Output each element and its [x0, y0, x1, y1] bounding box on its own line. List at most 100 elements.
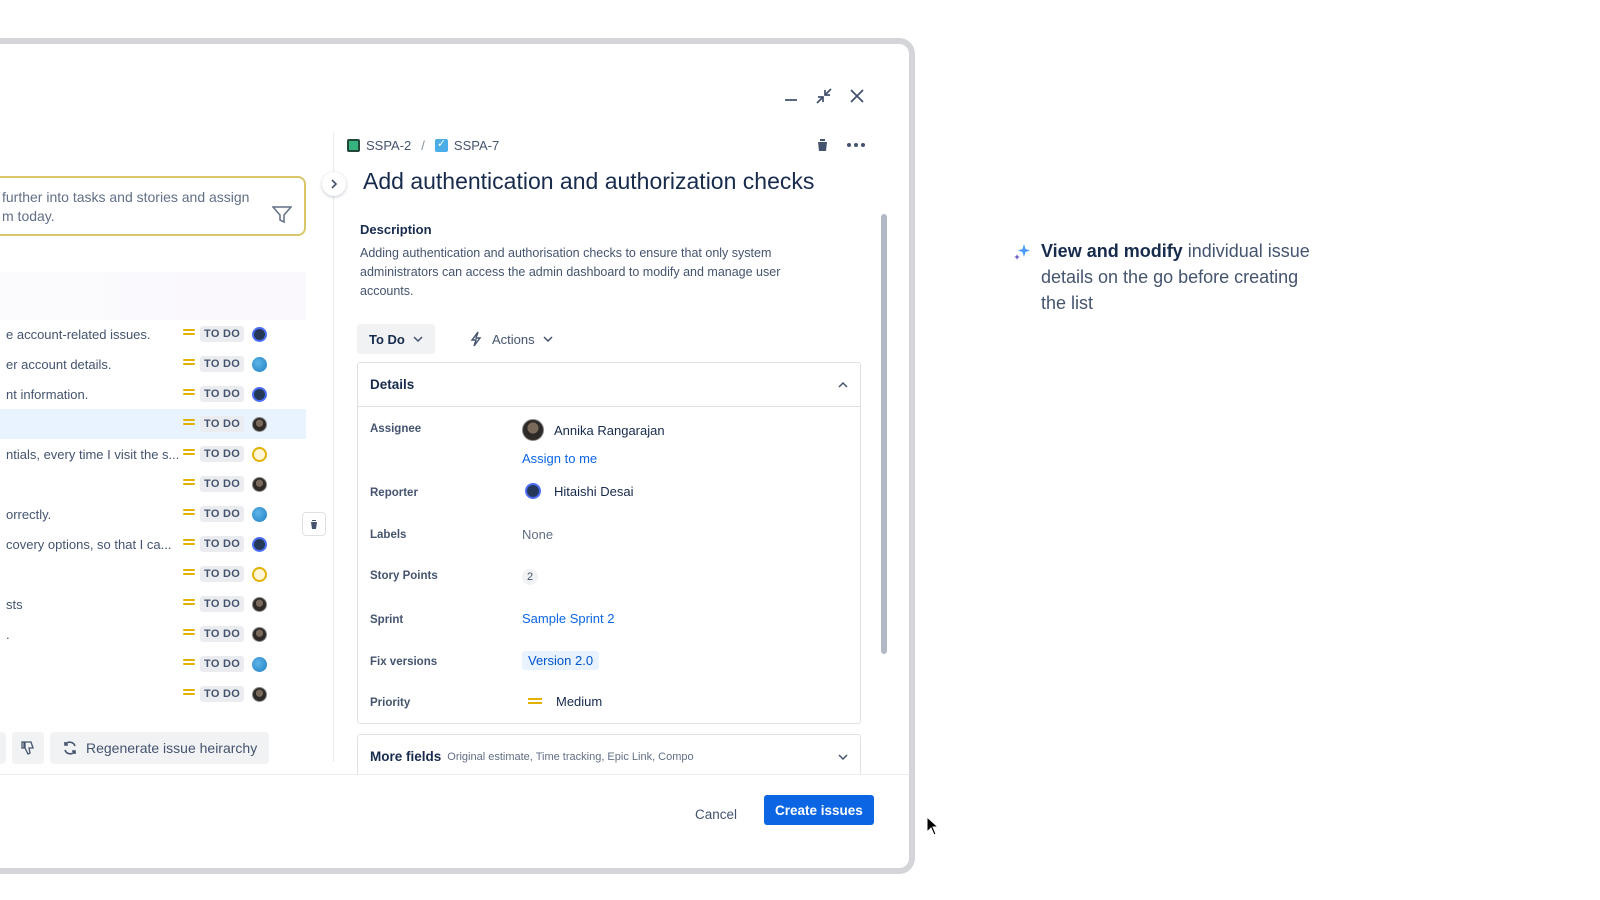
- filter-icon[interactable]: [272, 206, 292, 224]
- issue-row[interactable]: orrectly. TO DO: [0, 499, 306, 529]
- list-feedback-bar: Regenerate issue heirarchy: [0, 732, 270, 764]
- more-fields-section[interactable]: More fields Original estimate, Time trac…: [357, 734, 861, 778]
- status-badge[interactable]: TO DO: [200, 476, 245, 492]
- priority-medium-icon: [183, 419, 195, 427]
- status-badge[interactable]: TO DO: [200, 416, 245, 432]
- assignee-name: Annika Rangarajan: [554, 422, 665, 438]
- status-badge[interactable]: TO DO: [200, 326, 245, 342]
- description-text[interactable]: Adding authentication and authorisation …: [360, 244, 830, 301]
- avatar[interactable]: [252, 537, 267, 552]
- fix-versions-label: Fix versions: [370, 656, 438, 668]
- avatar[interactable]: [252, 447, 267, 462]
- issue-row[interactable]: TO DO: [0, 649, 306, 679]
- issue-row[interactable]: e account-related issues. TO DO: [0, 319, 306, 349]
- assign-to-me-link[interactable]: Assign to me: [522, 451, 597, 466]
- description-heading: Description: [360, 222, 432, 237]
- breadcrumb-parent[interactable]: SSPA-2: [366, 138, 411, 153]
- status-badge[interactable]: TO DO: [200, 446, 245, 462]
- status-badge[interactable]: TO DO: [200, 686, 245, 702]
- breadcrumb-separator: /: [421, 138, 425, 153]
- avatar[interactable]: [252, 597, 267, 612]
- avatar[interactable]: [252, 507, 267, 522]
- prompt-text-line: further into tasks and stories and assig…: [2, 189, 250, 205]
- avatar[interactable]: [252, 477, 267, 492]
- reporter-field[interactable]: Hitaishi Desai: [522, 483, 633, 499]
- status-badge[interactable]: TO DO: [200, 506, 245, 522]
- issue-row[interactable]: covery options, so that I ca... TO DO: [0, 529, 306, 559]
- avatar[interactable]: [252, 687, 267, 702]
- avatar[interactable]: [252, 567, 267, 582]
- details-heading: Details: [370, 377, 415, 392]
- avatar[interactable]: [252, 417, 267, 432]
- issue-row[interactable]: TO DO: [0, 559, 306, 589]
- version-tag[interactable]: Version 2.0: [522, 651, 600, 670]
- prompt-input[interactable]: further into tasks and stories and assig…: [0, 176, 306, 236]
- minimize-icon[interactable]: [779, 84, 803, 108]
- breadcrumb-current[interactable]: SSPA-7: [454, 138, 499, 153]
- assignee-field[interactable]: Annika Rangarajan: [522, 419, 665, 441]
- status-badge[interactable]: TO DO: [200, 356, 245, 372]
- trash-icon[interactable]: [816, 138, 829, 152]
- create-issues-button[interactable]: Create issues: [764, 795, 874, 825]
- detail-scrollbar[interactable]: [881, 214, 887, 654]
- status-badge[interactable]: TO DO: [200, 566, 245, 582]
- issue-title[interactable]: Add authentication and authorization che…: [363, 168, 814, 195]
- issue-row[interactable]: ntials, every time I visit the s... TO DO: [0, 439, 306, 469]
- priority-field[interactable]: Medium: [522, 694, 602, 709]
- issue-summary: er account details.: [6, 356, 112, 372]
- more-options-icon[interactable]: [847, 143, 865, 147]
- issue-summary: .: [6, 626, 10, 642]
- sprint-link[interactable]: Sample Sprint 2: [522, 611, 615, 626]
- labels-label: Labels: [370, 529, 407, 541]
- chevron-up-icon[interactable]: [838, 381, 848, 388]
- avatar[interactable]: [252, 387, 267, 402]
- cancel-button[interactable]: Cancel: [681, 799, 751, 829]
- more-fields-subtitle: Original estimate, Time tracking, Epic L…: [447, 750, 694, 763]
- delete-row-button[interactable]: [302, 512, 326, 536]
- status-badge[interactable]: TO DO: [200, 536, 245, 552]
- issue-row[interactable]: sts TO DO: [0, 589, 306, 619]
- details-header[interactable]: Details: [358, 363, 860, 407]
- thumbs-down-button[interactable]: [12, 732, 44, 764]
- actions-dropdown[interactable]: Actions: [462, 324, 559, 354]
- thumbs-up-button[interactable]: [0, 732, 6, 764]
- issue-row[interactable]: . TO DO: [0, 619, 306, 649]
- status-badge[interactable]: TO DO: [200, 386, 245, 402]
- expand-panel-button[interactable]: [322, 172, 346, 196]
- status-badge[interactable]: TO DO: [200, 656, 245, 672]
- avatar[interactable]: [252, 657, 267, 672]
- regenerate-button[interactable]: Regenerate issue heirarchy: [50, 732, 270, 764]
- story-points-field[interactable]: 2: [522, 569, 538, 585]
- chevron-down-icon: [413, 336, 423, 342]
- issue-summary: nt information.: [6, 386, 89, 402]
- issue-summary: sts: [6, 596, 23, 612]
- issue-row[interactable]: er account details. TO DO: [0, 349, 306, 379]
- assignee-label: Assignee: [370, 423, 422, 435]
- avatar[interactable]: [252, 327, 267, 342]
- list-header-fade: [0, 272, 306, 320]
- status-badge[interactable]: TO DO: [200, 626, 245, 642]
- mouse-cursor-icon: [926, 816, 940, 836]
- issue-row[interactable]: TO DO: [0, 409, 306, 439]
- issue-row[interactable]: TO DO: [0, 469, 306, 499]
- story-points-label: Story Points: [370, 570, 438, 582]
- status-badge[interactable]: TO DO: [200, 596, 245, 612]
- priority-medium-icon: [183, 329, 195, 337]
- chevron-down-icon: [543, 336, 553, 342]
- fix-versions-field[interactable]: Version 2.0: [522, 651, 600, 670]
- status-dropdown[interactable]: To Do: [357, 324, 435, 354]
- avatar[interactable]: [252, 357, 267, 372]
- chevron-down-icon: [838, 753, 848, 760]
- priority-value: Medium: [556, 694, 603, 709]
- issue-row[interactable]: TO DO: [0, 679, 306, 709]
- avatar[interactable]: [252, 627, 267, 642]
- close-icon[interactable]: [845, 84, 869, 108]
- labels-field[interactable]: None: [522, 527, 553, 542]
- collapse-icon[interactable]: [812, 84, 836, 108]
- status-label: To Do: [369, 331, 405, 347]
- priority-medium-icon: [183, 539, 195, 547]
- priority-medium-icon: [528, 697, 542, 706]
- reporter-name: Hitaishi Desai: [554, 483, 634, 499]
- issue-summary: orrectly.: [6, 506, 52, 522]
- issue-row[interactable]: nt information. TO DO: [0, 379, 306, 409]
